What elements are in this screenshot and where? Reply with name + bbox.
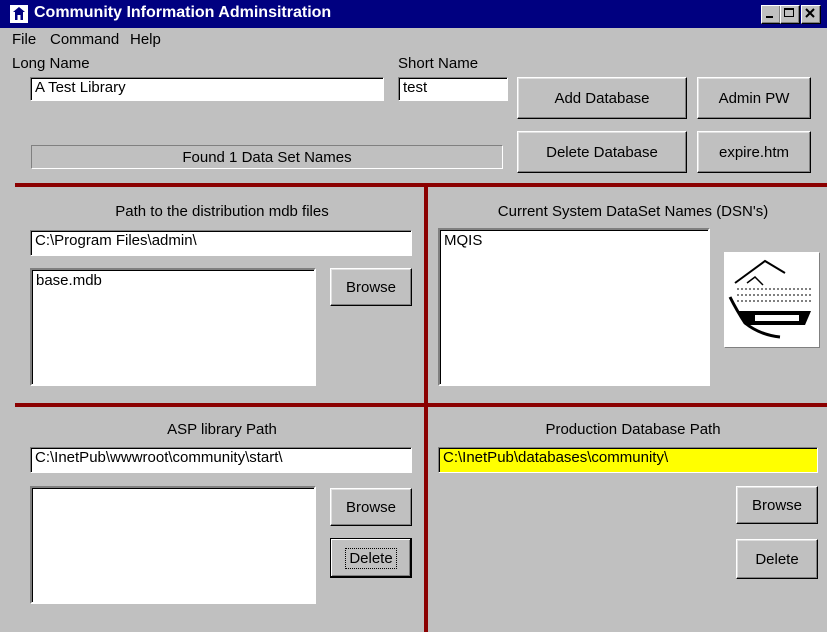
minimize-button[interactable] — [761, 5, 781, 24]
window-title: Community Information Adminsitration — [34, 4, 332, 21]
delete-label: Delete — [345, 547, 397, 569]
asp-heading: ASP library Path — [167, 421, 277, 438]
browse-label: Browse — [345, 278, 397, 296]
dsn-heading: Current System DataSet Names (DSN's) — [497, 203, 769, 220]
add-database-label: Add Database — [554, 89, 650, 107]
short-name-label: Short Name — [398, 55, 479, 72]
expire-button[interactable]: expire.htm — [697, 131, 811, 173]
delete-database-label: Delete Database — [546, 143, 658, 161]
maximize-icon — [784, 8, 794, 17]
title-bar: Community Information Adminsitration — [0, 0, 827, 28]
long-name-input[interactable]: A Test Library — [30, 77, 384, 101]
delete-database-button[interactable]: Delete Database — [517, 131, 687, 173]
status-bar: Found 1 Data Set Names — [31, 145, 503, 169]
production-path-input[interactable]: C:\InetPub\databases\community\ — [438, 447, 818, 473]
horizontal-divider-middle — [15, 403, 827, 407]
logo-icon — [728, 259, 813, 339]
browse-label: Browse — [345, 498, 397, 516]
add-database-button[interactable]: Add Database — [517, 77, 687, 119]
production-browse-button[interactable]: Browse — [736, 486, 818, 524]
app-icon — [10, 5, 28, 23]
close-button[interactable] — [801, 5, 821, 24]
horizontal-divider-top — [15, 183, 827, 187]
list-item[interactable]: base.mdb — [36, 272, 310, 289]
distribution-path-input[interactable]: C:\Program Files\admin\ — [30, 230, 412, 256]
maximize-button[interactable] — [780, 5, 800, 24]
asp-file-list[interactable] — [30, 486, 316, 604]
close-icon — [805, 8, 815, 18]
distribution-file-list[interactable]: base.mdb — [30, 268, 316, 386]
browse-label: Browse — [751, 496, 803, 514]
expire-label: expire.htm — [718, 143, 790, 161]
menu-file[interactable]: File — [12, 31, 36, 48]
asp-delete-button[interactable]: Delete — [330, 538, 412, 578]
long-name-label: Long Name — [12, 55, 90, 72]
vertical-divider — [424, 183, 428, 632]
community-information-logo — [724, 252, 820, 348]
status-text: Found 1 Data Set Names — [182, 148, 352, 166]
asp-browse-button[interactable]: Browse — [330, 488, 412, 526]
distribution-heading: Path to the distribution mdb files — [115, 203, 329, 220]
short-name-input[interactable]: test — [398, 77, 508, 101]
admin-pw-button[interactable]: Admin PW — [697, 77, 811, 119]
minimize-icon — [766, 16, 773, 18]
dsn-list[interactable]: MQIS — [438, 228, 710, 386]
distribution-browse-button[interactable]: Browse — [330, 268, 412, 306]
production-delete-button[interactable]: Delete — [736, 539, 818, 579]
admin-pw-label: Admin PW — [718, 89, 790, 107]
asp-path-input[interactable]: C:\InetPub\wwwroot\community\start\ — [30, 447, 412, 473]
production-heading: Production Database Path — [545, 421, 721, 438]
delete-label: Delete — [755, 550, 799, 568]
list-item[interactable]: MQIS — [444, 232, 704, 249]
menu-command[interactable]: Command — [50, 31, 119, 48]
menu-help[interactable]: Help — [130, 31, 161, 48]
